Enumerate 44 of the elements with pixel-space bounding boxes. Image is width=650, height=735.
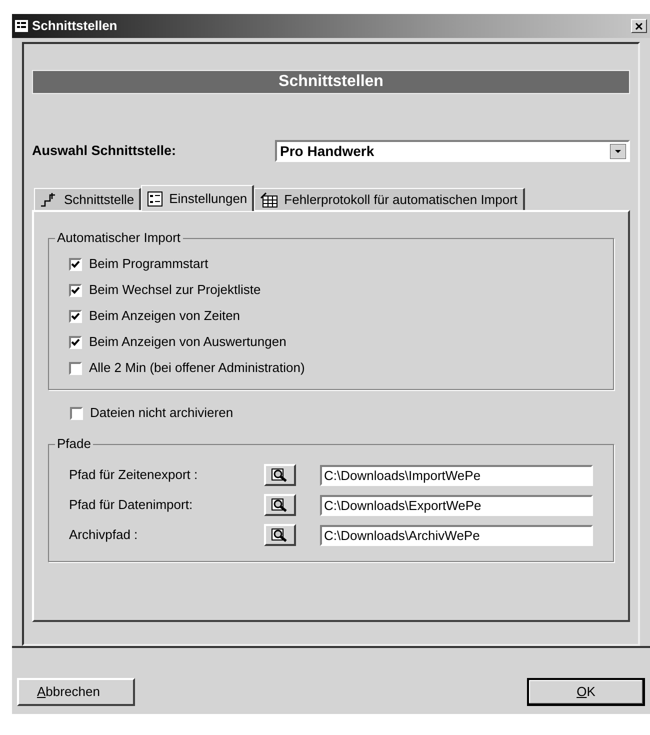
interface-select-label: Auswahl Schnittstelle: [32, 142, 178, 160]
tab[interactable]: Schnittstelle [34, 188, 142, 210]
dropdown-arrow-icon [610, 144, 626, 158]
cancel-button[interactable]: Abbrechen [17, 678, 135, 706]
group-legend: Automatischer Import [55, 230, 183, 246]
checkbox-label: Beim Anzeigen von Zeiten [89, 307, 240, 326]
checkmark-icon [71, 312, 80, 320]
checkbox-label: Beim Wechsel zur Projektliste [89, 281, 261, 300]
tab[interactable]: Fehlerprotokoll für automatischen Import [254, 188, 525, 210]
path-field[interactable]: C:\Downloads\ExportWePe [320, 494, 593, 516]
step-line-icon [40, 192, 58, 208]
table-icon [260, 192, 278, 208]
checkbox[interactable] [69, 258, 82, 270]
close-button[interactable]: × [631, 19, 647, 33]
path-label: Archivpfad : [69, 526, 139, 544]
checkmark-icon [71, 338, 80, 346]
checkbox-label: Alle 2 Min (bei offener Administration) [89, 359, 305, 378]
checkbox-label: Dateien nicht archivieren [90, 404, 234, 422]
checkbox[interactable] [69, 310, 82, 322]
magnifier-icon [271, 528, 289, 542]
checkbox[interactable] [70, 406, 83, 420]
header-banner: Schnittstellen [32, 70, 630, 94]
checkbox-label: Beim Programmstart [89, 255, 208, 274]
checkbox[interactable] [69, 336, 82, 348]
window-title: Schnittstellen [32, 17, 118, 36]
browse-button[interactable] [264, 464, 296, 486]
ok-button[interactable]: OK [527, 678, 645, 706]
checkmark-icon [71, 260, 80, 268]
magnifier-icon [271, 498, 289, 512]
browse-button[interactable] [264, 524, 296, 546]
form-icon [15, 20, 28, 32]
checkbox[interactable] [69, 362, 82, 374]
tab[interactable]: Einstellungen [141, 185, 254, 211]
checkmark-icon [71, 286, 80, 294]
path-field[interactable]: C:\Downloads\ArchivWePe [320, 524, 593, 546]
browse-button[interactable] [264, 494, 296, 516]
checkbox-label: Beim Anzeigen von Auswertungen [89, 333, 286, 352]
interface-dropdown[interactable]: Pro Handwerk [275, 140, 630, 162]
path-field[interactable]: C:\Downloads\ImportWePe [320, 464, 593, 486]
path-label: Pfad für Zeitenexport : [69, 466, 199, 484]
list-icon [147, 190, 164, 206]
path-label: Pfad für Datenimport: [69, 496, 194, 514]
magnifier-icon [271, 468, 289, 482]
checkbox[interactable] [69, 284, 82, 296]
